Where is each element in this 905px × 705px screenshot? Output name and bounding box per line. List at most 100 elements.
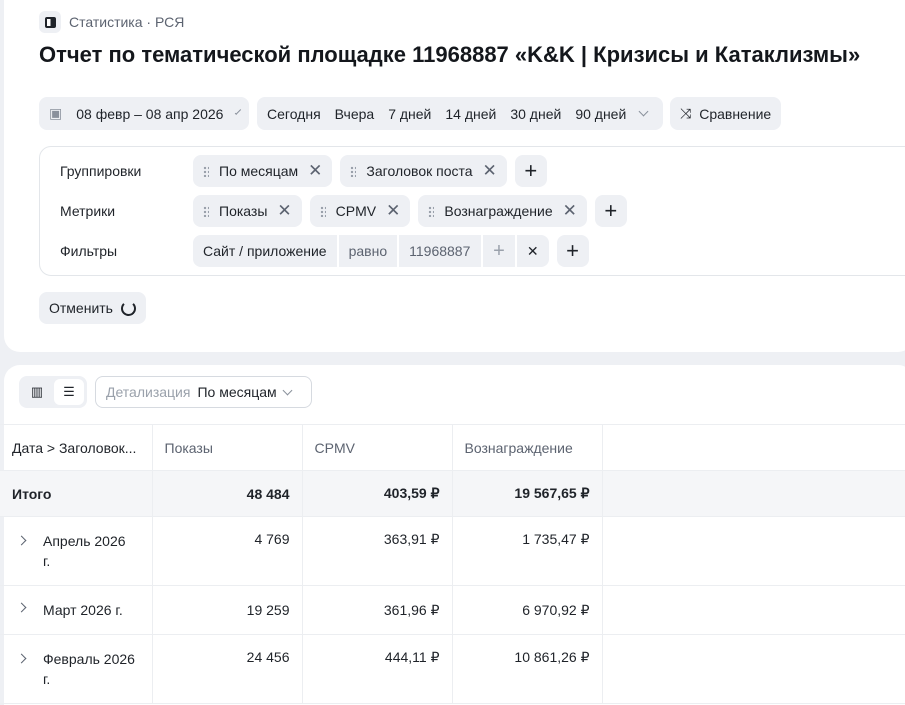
filters-row: Фильтры Сайт / приложение равно 11968887… — [60, 235, 589, 267]
sidebar-toggle-icon[interactable] — [39, 11, 61, 33]
drag-handle-icon[interactable] — [428, 205, 435, 217]
close-icon[interactable]: ✕ — [308, 161, 322, 181]
compare-label: Сравнение — [699, 105, 772, 122]
detail-value: По месяцам — [197, 384, 277, 400]
metric-chip[interactable]: Показы ✕ — [193, 195, 302, 227]
drag-handle-icon[interactable] — [319, 205, 326, 217]
column-header-date[interactable]: Дата > Заголовок... — [0, 424, 152, 471]
empty-column — [601, 424, 905, 471]
chip-label: Показы — [219, 203, 268, 219]
period-90d[interactable]: 90 дней — [575, 106, 626, 122]
period-presets: Сегодня Вчера 7 дней 14 дней 30 дней 90 … — [257, 97, 663, 130]
column-header-impressions[interactable]: Показы — [151, 424, 302, 471]
cell: 10 861,26 ₽ — [451, 634, 602, 704]
total-label: Итого — [0, 470, 152, 517]
report-settings-panel: Статистика · РСЯ Отчет по тематической п… — [4, 0, 905, 352]
cell: 24 456 — [151, 634, 302, 704]
expand-chevron-icon[interactable] — [16, 653, 27, 664]
close-icon[interactable]: ✕ — [277, 201, 291, 221]
drag-handle-icon[interactable] — [203, 205, 209, 217]
chevron-down-icon — [282, 385, 293, 395]
metric-chip[interactable]: CPMV ✕ — [309, 195, 411, 227]
row-label: Февраль 2026 г. — [43, 651, 135, 687]
close-icon[interactable]: ✕ — [563, 201, 577, 221]
total-row: Итого 48 484 403,59 ₽ 19 567,65 ₽ — [0, 470, 905, 517]
empty-cell — [601, 585, 905, 635]
report-table-panel: ▥ ☰ Детализация По месяцам Дата > Заголово… — [0, 365, 905, 705]
close-icon[interactable]: ✕ — [386, 201, 400, 221]
period-7d[interactable]: 7 дней — [388, 106, 431, 122]
add-grouping-button[interactable]: + — [514, 155, 547, 187]
table-row[interactable]: Апрель 2026 г. 4 769 363,91 ₽ 1 735,47 ₽ — [0, 516, 905, 586]
groupings-row: Группировки По месяцам ✕ Заголовок поста ✕… — [60, 155, 547, 187]
cancel-label: Отменить — [49, 300, 113, 316]
view-toggle: ▥ ☰ — [19, 376, 87, 408]
date-range-value: 08 февр – 08 апр 2026 — [76, 105, 224, 122]
period-30d[interactable]: 30 дней — [510, 106, 561, 122]
filters-label: Фильтры — [60, 243, 118, 259]
filter-value-input[interactable]: 11968887 — [399, 235, 482, 267]
cell: 19 259 — [151, 585, 302, 635]
chip-label: По месяцам — [219, 163, 299, 179]
breadcrumb: Статистика · РСЯ — [39, 11, 184, 33]
filter-field[interactable]: Сайт / приложение — [193, 235, 337, 267]
cancel-button[interactable]: Отменить — [39, 292, 146, 324]
page-title: Отчет по тематической площадке 11968887 … — [39, 42, 861, 67]
shuffle-icon: ⤨ — [680, 105, 692, 121]
cell: 19 567,65 ₽ — [451, 470, 602, 517]
metrics-label: Метрики — [60, 203, 116, 219]
chip-label: Вознаграждение — [444, 203, 553, 219]
row-label: Апрель 2026 г. — [43, 533, 126, 569]
chip-label: CPMV — [335, 203, 377, 219]
remove-filter-icon[interactable]: ✕ — [516, 235, 549, 267]
date-range-picker[interactable]: ▣ 08 февр – 08 апр 2026 — [39, 97, 249, 130]
cell: 444,11 ₽ — [301, 634, 452, 704]
empty-cell — [601, 516, 905, 586]
expand-chevron-icon[interactable] — [16, 602, 27, 613]
list-view-icon[interactable]: ☰ — [54, 379, 84, 405]
chevron-down-icon[interactable] — [638, 106, 649, 117]
compare-button[interactable]: ⤨ Сравнение — [670, 97, 782, 130]
report-table: Дата > Заголовок... Показы CPMV Вознагра… — [0, 424, 905, 704]
empty-cell — [601, 470, 905, 517]
drag-handle-icon[interactable] — [203, 165, 209, 177]
chip-label: Заголовок поста — [366, 163, 473, 179]
row-label: Март 2026 г. — [43, 602, 123, 618]
groupings-label: Группировки — [60, 163, 142, 179]
drag-handle-icon[interactable] — [350, 165, 357, 177]
cell: 48 484 — [151, 470, 302, 517]
period-yesterday[interactable]: Вчера — [335, 106, 375, 122]
columns-view-icon[interactable]: ▥ — [22, 379, 52, 405]
metrics-row: Метрики Показы ✕ CPMV ✕ Вознаграждение ✕ + — [60, 195, 627, 227]
add-metric-button[interactable]: + — [594, 195, 627, 227]
cell: 363,91 ₽ — [301, 516, 452, 586]
grouping-chip[interactable]: По месяцам ✕ — [193, 155, 333, 187]
expand-chevron-icon[interactable] — [16, 535, 27, 546]
detail-select[interactable]: Детализация По месяцам — [95, 376, 312, 408]
empty-cell — [601, 634, 905, 704]
cell: 361,96 ₽ — [301, 585, 452, 635]
filter-operator[interactable]: равно — [338, 235, 398, 267]
add-filter-button[interactable]: + — [556, 235, 589, 267]
table-row[interactable]: Февраль 2026 г. 24 456 444,11 ₽ 10 861,2… — [0, 634, 905, 704]
breadcrumb-text[interactable]: Статистика · РСЯ — [69, 14, 184, 30]
chevron-down-icon — [235, 108, 242, 115]
detail-label: Детализация — [106, 384, 191, 400]
period-14d[interactable]: 14 дней — [445, 106, 496, 122]
cell: 403,59 ₽ — [301, 470, 452, 517]
calendar-icon: ▣ — [49, 105, 63, 121]
cell: 4 769 — [151, 516, 302, 586]
table-header: Дата > Заголовок... Показы CPMV Вознагра… — [0, 424, 905, 471]
table-row[interactable]: Март 2026 г. 19 259 361,96 ₽ 6 970,92 ₽ — [0, 585, 905, 635]
cell: 1 735,47 ₽ — [451, 516, 602, 586]
metric-chip[interactable]: Вознаграждение ✕ — [418, 195, 587, 227]
period-today[interactable]: Сегодня — [267, 106, 321, 122]
grouping-chip[interactable]: Заголовок поста ✕ — [340, 155, 507, 187]
report-config: Группировки По месяцам ✕ Заголовок поста ✕… — [39, 146, 905, 276]
add-value-icon[interactable]: + — [483, 235, 515, 267]
close-icon[interactable]: ✕ — [483, 161, 497, 181]
column-header-cpmv[interactable]: CPMV — [301, 424, 452, 471]
column-header-reward[interactable]: Вознаграждение — [451, 424, 602, 471]
loading-spinner-icon — [120, 300, 136, 316]
cell: 6 970,92 ₽ — [451, 585, 602, 635]
